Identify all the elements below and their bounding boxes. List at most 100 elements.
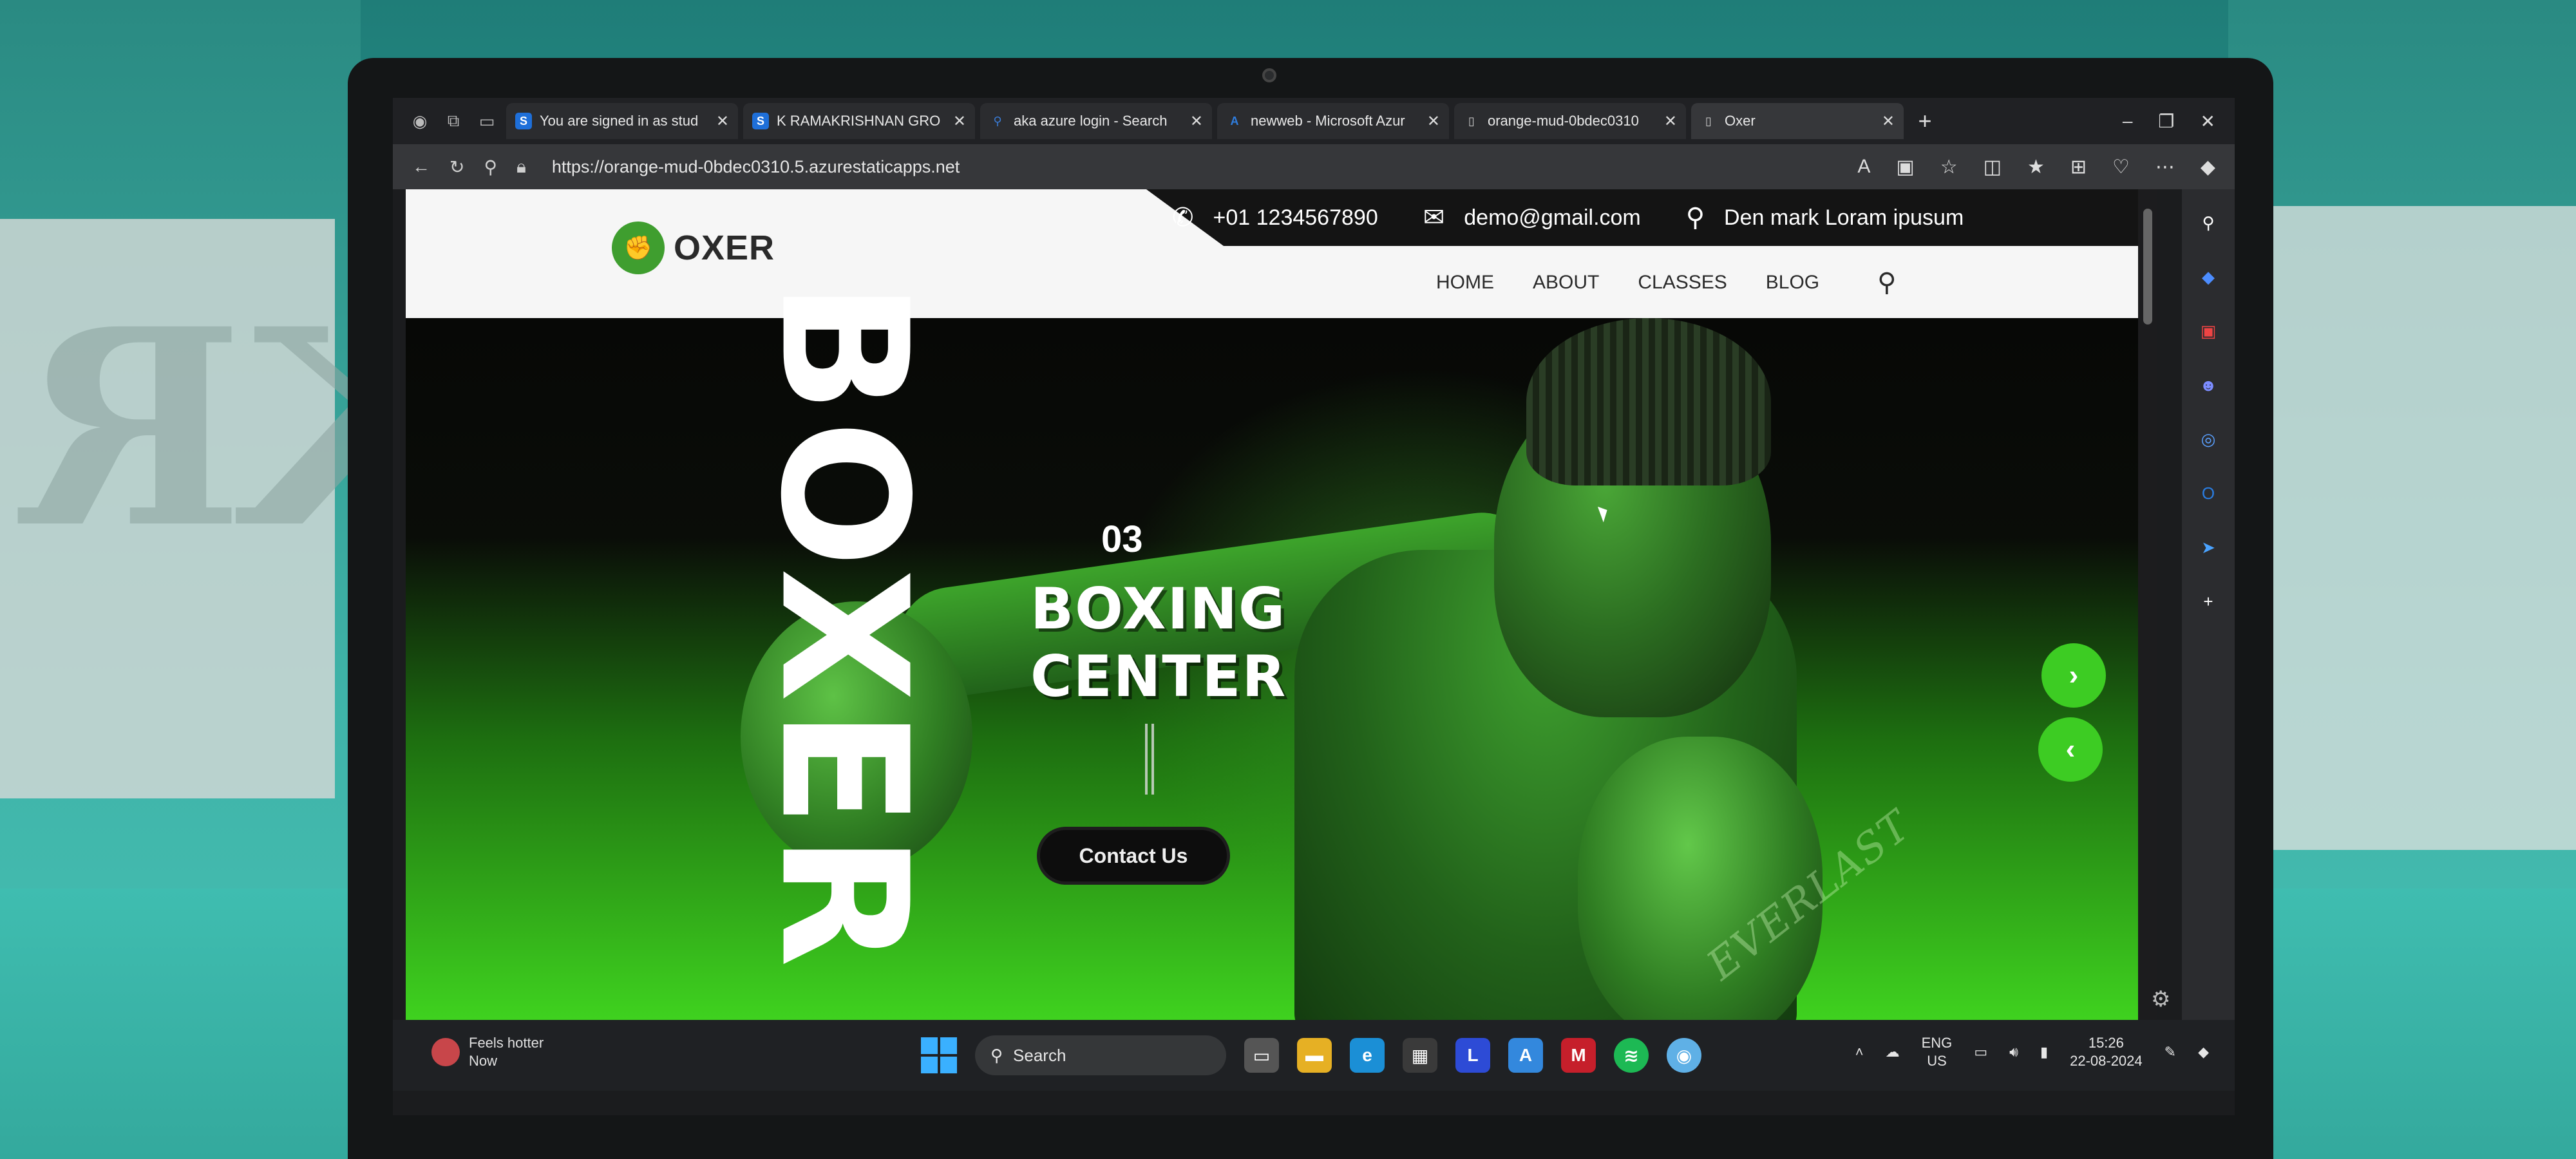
scrollbar-thumb[interactable] bbox=[2143, 209, 2152, 325]
windows-start-icon[interactable] bbox=[921, 1037, 957, 1073]
people-icon[interactable]: ☻ bbox=[2194, 371, 2222, 399]
profile-icon[interactable]: ◉ bbox=[406, 107, 434, 135]
page-icon: ▯ bbox=[1705, 114, 1712, 127]
maximize-icon[interactable]: ❐ bbox=[2158, 111, 2174, 132]
store-icon[interactable]: ▦ bbox=[1403, 1038, 1437, 1073]
clock-time: 15:26 bbox=[2088, 1035, 2124, 1051]
read-aloud-icon[interactable]: A bbox=[1857, 156, 1870, 178]
tab-title: K RAMAKRISHNAN GRO bbox=[777, 113, 941, 129]
favorite-star-icon[interactable]: ☆ bbox=[1940, 156, 1958, 178]
cloud-off-icon[interactable]: ☁ bbox=[1886, 1044, 1900, 1060]
envelope-icon: ✉ bbox=[1423, 203, 1445, 232]
mcafee-icon[interactable]: M bbox=[1561, 1038, 1596, 1073]
url-field[interactable]: https://orange-mud-0bdec0310.5.azurestat… bbox=[552, 157, 960, 177]
system-tray: ˄ ☁ ENG US ▭ 🔊︎ ▮ 15:26 22-08-2024 ✎ ◆ bbox=[1855, 1034, 2209, 1070]
main-nav: HOME ABOUT CLASSES BLOG ⚲ bbox=[1436, 268, 1896, 297]
more-menu-icon[interactable]: ⋯ bbox=[2155, 156, 2175, 178]
taskbar-apps: ⚲ Search ▭ ▬ e ▦ L A M ≋ ◉ bbox=[921, 1035, 1701, 1075]
volume-icon[interactable]: 🔊︎ bbox=[2009, 1044, 2018, 1060]
hero-title-line1: BOXING bbox=[1030, 576, 1287, 642]
search-icon[interactable]: ⚲ bbox=[2194, 209, 2222, 237]
games-icon[interactable]: ◎ bbox=[2194, 425, 2222, 453]
tab-title: You are signed in as stud bbox=[540, 113, 699, 129]
weather-widget[interactable]: Feels hotter Now bbox=[431, 1034, 544, 1070]
page-scrollbar[interactable] bbox=[2138, 189, 2157, 1020]
immersive-reader-icon[interactable]: ▣ bbox=[1896, 156, 1914, 178]
address-contact[interactable]: ⚲ Den mark Loram ipusum bbox=[1686, 203, 1964, 232]
slider-prev-button[interactable]: ‹ bbox=[2038, 717, 2103, 782]
browser-tab[interactable]: S You are signed in as stud ✕ bbox=[506, 103, 738, 139]
send-icon[interactable]: ➤ bbox=[2194, 533, 2222, 561]
clock[interactable]: 15:26 22-08-2024 bbox=[2070, 1034, 2143, 1070]
tab-actions-icon[interactable]: ▭ bbox=[473, 107, 501, 135]
site-header: ✆ +01 1234567890 ✉ demo@gmail.com ⚲ Den … bbox=[406, 189, 2138, 318]
location-pin-icon: ⚲ bbox=[1685, 203, 1705, 232]
lang-top: ENG bbox=[1921, 1035, 1953, 1051]
gear-icon[interactable]: ⚙ bbox=[2151, 986, 2170, 1012]
phone-contact[interactable]: ✆ +01 1234567890 bbox=[1172, 203, 1378, 232]
taskbar-search-label: Search bbox=[1013, 1045, 1066, 1065]
contact-us-button[interactable]: Contact Us bbox=[1037, 827, 1230, 885]
task-view-icon[interactable]: ▭ bbox=[1244, 1038, 1279, 1073]
nav-classes[interactable]: CLASSES bbox=[1638, 272, 1727, 294]
language-indicator[interactable]: ENG US bbox=[1922, 1034, 1953, 1070]
browser-tab[interactable]: ▯ orange-mud-0bdec0310 ✕ bbox=[1454, 103, 1686, 139]
close-tab-icon[interactable]: ✕ bbox=[1882, 112, 1895, 131]
collections-icon[interactable]: ⊞ bbox=[2070, 156, 2087, 178]
back-icon[interactable]: ← bbox=[412, 156, 430, 177]
file-explorer-icon[interactable]: ▬ bbox=[1297, 1038, 1332, 1073]
close-tab-icon[interactable]: ✕ bbox=[953, 112, 966, 131]
lang-bottom: US bbox=[1927, 1053, 1947, 1069]
tab-title: Oxer bbox=[1725, 113, 1756, 129]
copilot-icon[interactable]: ◆ bbox=[2198, 1044, 2209, 1060]
azure-icon[interactable]: A bbox=[1508, 1038, 1543, 1073]
edge-sidebar: ⚲ ◆ ▣ ☻ ◎ O ➤ + bbox=[2182, 189, 2235, 1020]
add-icon[interactable]: + bbox=[2194, 587, 2222, 616]
boxing-glove-logo-icon: ✊ bbox=[612, 221, 665, 274]
chevron-up-icon[interactable]: ˄ bbox=[1855, 1044, 1864, 1060]
hero-title-line2: CENTER bbox=[1030, 643, 1287, 710]
edge-browser-icon[interactable]: e bbox=[1350, 1038, 1385, 1073]
browser-tab[interactable]: A newweb - Microsoft Azur ✕ bbox=[1217, 103, 1449, 139]
taskbar-search[interactable]: ⚲ Search bbox=[975, 1035, 1226, 1075]
browser-tab-active[interactable]: ▯ Oxer ✕ bbox=[1691, 103, 1904, 139]
favorites-icon[interactable]: ★ bbox=[2027, 156, 2045, 178]
nav-about[interactable]: ABOUT bbox=[1533, 272, 1599, 294]
refresh-icon[interactable]: ↻ bbox=[450, 156, 464, 178]
search-icon[interactable]: ⚲ bbox=[1877, 268, 1896, 297]
toolbox-icon[interactable]: ▣ bbox=[2194, 317, 2222, 345]
hero-divider bbox=[1145, 724, 1154, 795]
slider-next-button[interactable]: › bbox=[2041, 643, 2106, 708]
notification-icon[interactable]: ✎ bbox=[2164, 1044, 2176, 1060]
split-screen-icon[interactable]: ◫ bbox=[1984, 156, 2002, 178]
email-contact[interactable]: ✉ demo@gmail.com bbox=[1423, 203, 1641, 232]
close-tab-icon[interactable]: ✕ bbox=[1427, 112, 1440, 131]
address-bar-actions: A ▣ ☆ ◫ ★ ⊞ ♡ ⋯ ◆ bbox=[1857, 156, 2235, 178]
wall-panel bbox=[2267, 206, 2576, 850]
weather-subtitle: Now bbox=[469, 1053, 498, 1069]
tag-icon[interactable]: ◆ bbox=[2194, 263, 2222, 291]
new-tab-button[interactable]: + bbox=[1909, 108, 1941, 135]
nav-blog[interactable]: BLOG bbox=[1766, 272, 1819, 294]
webcam bbox=[1262, 68, 1276, 82]
minimize-icon[interactable]: – bbox=[2123, 111, 2133, 132]
windows-taskbar: Feels hotter Now ⚲ Search ▭ ▬ e ▦ L A M … bbox=[393, 1020, 2235, 1091]
nav-home[interactable]: HOME bbox=[1436, 272, 1494, 294]
browser-tab[interactable]: ⚲ aka azure login - Search ✕ bbox=[980, 103, 1212, 139]
close-tab-icon[interactable]: ✕ bbox=[1190, 112, 1203, 131]
close-window-icon[interactable]: ✕ bbox=[2201, 111, 2215, 132]
close-tab-icon[interactable]: ✕ bbox=[716, 112, 729, 131]
network-app-icon[interactable]: ◉ bbox=[1667, 1038, 1701, 1073]
battery-icon[interactable]: ▮ bbox=[2040, 1044, 2048, 1060]
search-icon[interactable]: ⚲ bbox=[484, 156, 497, 178]
l-app-icon[interactable]: L bbox=[1455, 1038, 1490, 1073]
close-tab-icon[interactable]: ✕ bbox=[1664, 112, 1677, 131]
browser-tab[interactable]: S K RAMAKRISHNAN GRO ✕ bbox=[743, 103, 975, 139]
site-logo[interactable]: ✊ OXER bbox=[612, 221, 775, 274]
network-icon[interactable]: ▭ bbox=[1974, 1044, 1987, 1060]
browser-essentials-icon[interactable]: ♡ bbox=[2112, 156, 2130, 178]
copilot-icon[interactable]: ◆ bbox=[2201, 156, 2215, 178]
spotify-icon[interactable]: ≋ bbox=[1614, 1038, 1649, 1073]
workspaces-icon[interactable]: ⧉ bbox=[439, 107, 468, 135]
outlook-icon[interactable]: O bbox=[2194, 479, 2222, 507]
